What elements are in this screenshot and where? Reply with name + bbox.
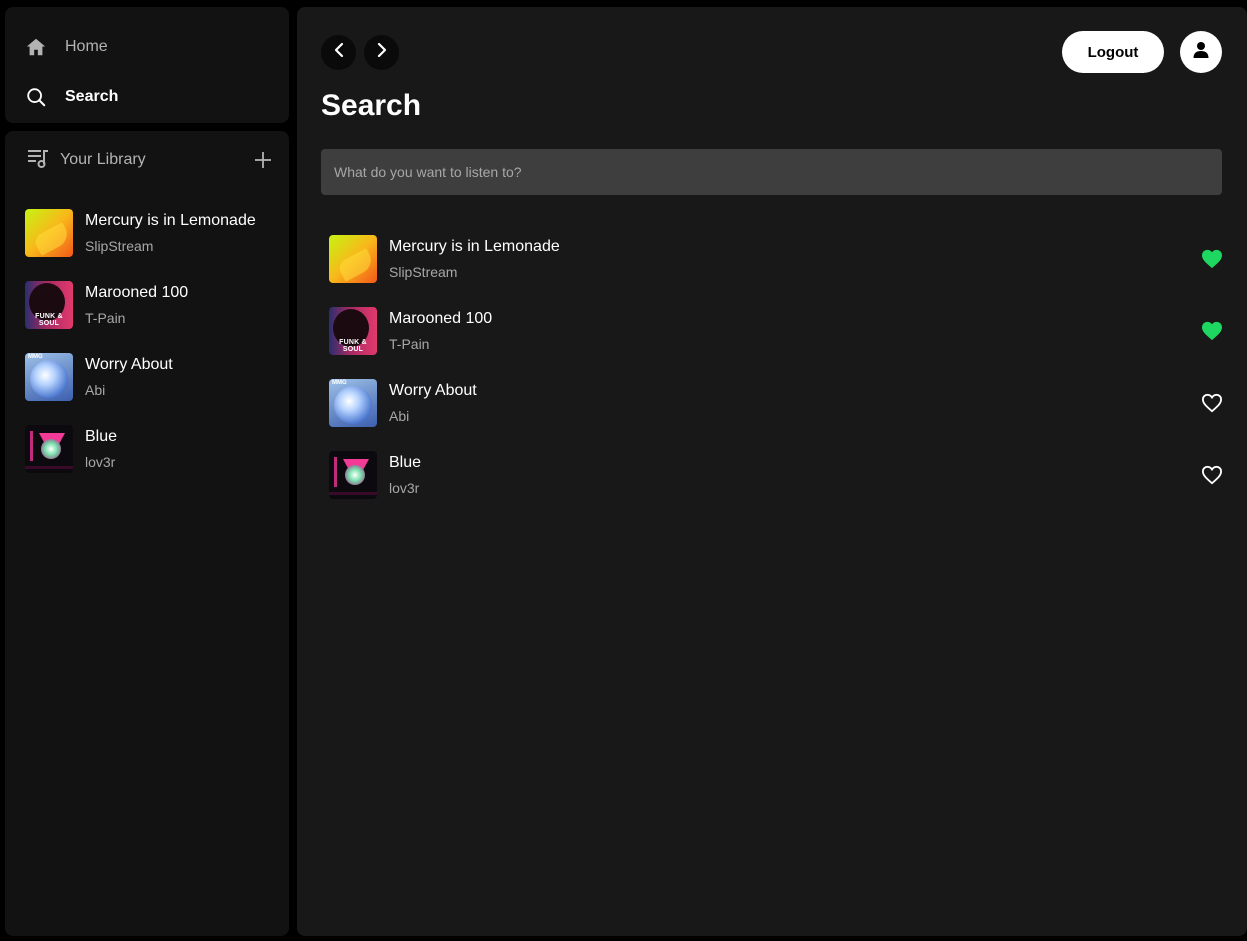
library-icon (26, 146, 50, 175)
library-item-meta: Mercury is in Lemonade SlipStream (85, 210, 256, 256)
heart-outline-icon[interactable] (1200, 463, 1224, 487)
nav-search[interactable]: Search (25, 84, 118, 110)
library-item-meta: Worry About Abi (85, 354, 173, 400)
library-header: Your Library (26, 148, 272, 172)
library-item-meta: Marooned 100 T-Pain (85, 282, 188, 328)
result-row[interactable]: Mercury is in Lemonade SlipStream (329, 223, 1224, 295)
album-cover-worry: MMG (329, 379, 377, 427)
library-item[interactable]: Blue lov3r (25, 413, 285, 485)
result-title: Mercury is in Lemonade (389, 238, 560, 255)
library-item-artist: Abi (85, 382, 106, 398)
nav-search-label: Search (65, 88, 119, 105)
result-meta: Mercury is in Lemonade SlipStream (389, 236, 560, 282)
library-list: Mercury is in Lemonade SlipStream FUNK &… (25, 197, 285, 485)
nav-home[interactable]: Home (25, 34, 108, 60)
plus-icon[interactable] (254, 151, 272, 169)
library-item-title: Marooned 100 (85, 284, 189, 301)
back-button[interactable] (321, 35, 356, 70)
chevron-left-icon (331, 42, 347, 63)
forward-button[interactable] (364, 35, 399, 70)
result-row[interactable]: FUNK & SOUL Marooned 100 T-Pain (329, 295, 1224, 367)
album-cover-lemonade (329, 235, 377, 283)
album-cover-worry: MMG (25, 353, 73, 401)
cover-caption: FUNK & SOUL (339, 339, 367, 353)
result-meta: Worry About Abi (389, 380, 477, 426)
library-item-artist: T-Pain (85, 310, 126, 326)
nav-home-label: Home (65, 38, 108, 55)
result-title: Blue (389, 454, 422, 471)
search-results: Mercury is in Lemonade SlipStream FUNK &… (329, 223, 1224, 511)
library-item[interactable]: MMG Worry About Abi (25, 341, 285, 413)
album-cover-blue (329, 451, 377, 499)
cover-caption: FUNK & SOUL (35, 313, 63, 327)
result-meta: Blue lov3r (389, 452, 421, 498)
result-artist: T-Pain (389, 336, 430, 352)
library-title: Your Library (60, 151, 146, 168)
cover-caption: MMG (332, 380, 347, 386)
result-title: Worry About (389, 382, 477, 399)
library-item[interactable]: FUNK & SOUL Marooned 100 T-Pain (25, 269, 285, 341)
history-nav (321, 35, 399, 70)
main-panel: Logout Search Mercury is in Lemonade Sli… (297, 7, 1247, 936)
cover-decoration (329, 492, 377, 495)
result-artist: lov3r (389, 480, 420, 496)
heart-filled-icon[interactable] (1200, 247, 1224, 271)
page-title: Search (321, 89, 422, 122)
result-artist: Abi (389, 408, 410, 424)
nav-panel: Home Search (5, 7, 289, 123)
album-cover-marooned: FUNK & SOUL (329, 307, 377, 355)
result-meta: Marooned 100 T-Pain (389, 308, 492, 354)
search-input[interactable] (321, 149, 1222, 195)
library-item-title: Mercury is in Lemonade (85, 212, 256, 229)
logout-button[interactable]: Logout (1062, 31, 1164, 73)
library-item-title: Blue (85, 428, 118, 445)
result-row[interactable]: Blue lov3r (329, 439, 1224, 511)
cover-caption: MMG (28, 354, 43, 360)
album-cover-blue (25, 425, 73, 473)
cover-decoration (334, 457, 337, 487)
heart-outline-icon[interactable] (1200, 391, 1224, 415)
library-item-artist: SlipStream (85, 238, 154, 254)
chevron-right-icon (374, 42, 390, 63)
library-panel: Your Library Mercury is in Lemonade Slip… (5, 131, 289, 936)
library-item[interactable]: Mercury is in Lemonade SlipStream (25, 197, 285, 269)
home-icon (25, 36, 47, 58)
result-row[interactable]: MMG Worry About Abi (329, 367, 1224, 439)
result-artist: SlipStream (389, 264, 458, 280)
cover-decoration (30, 431, 33, 461)
profile-button[interactable] (1180, 31, 1222, 73)
library-toggle[interactable]: Your Library (26, 146, 146, 175)
cover-decoration (25, 466, 73, 469)
album-cover-marooned: FUNK & SOUL (25, 281, 73, 329)
user-icon (1192, 41, 1210, 64)
album-cover-lemonade (25, 209, 73, 257)
heart-filled-icon[interactable] (1200, 319, 1224, 343)
result-title: Marooned 100 (389, 310, 493, 327)
library-item-artist: lov3r (85, 454, 116, 470)
library-item-title: Worry About (85, 356, 173, 373)
search-icon (25, 86, 47, 108)
app-root: Home Search Your Library Mercury is in L… (0, 0, 1247, 941)
library-item-meta: Blue lov3r (85, 426, 117, 472)
